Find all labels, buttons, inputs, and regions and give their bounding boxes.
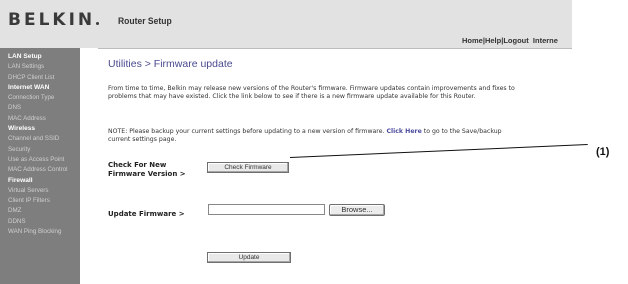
- page-title: Utilities > Firmware update: [108, 58, 233, 70]
- sidebar-section-lan-setup[interactable]: LAN Setup: [0, 52, 80, 62]
- header-title: Router Setup: [118, 16, 172, 27]
- check-firmware-label: Check For New Firmware Version >: [108, 161, 186, 178]
- check-firmware-label-line2: Firmware Version >: [108, 169, 186, 178]
- logout-link[interactable]: Logout: [503, 36, 528, 45]
- check-firmware-button[interactable]: Check Firmware: [207, 162, 289, 173]
- sidebar-item-dns[interactable]: DNS: [0, 103, 80, 113]
- annotation-label: (1): [596, 146, 610, 158]
- sidebar-item-virtual-servers[interactable]: Virtual Servers: [0, 186, 80, 196]
- internet-status-link[interactable]: Interne: [533, 36, 558, 45]
- header-links: Home|Help|Logout Interne: [462, 36, 558, 45]
- sidebar-item-security[interactable]: Security: [0, 145, 80, 155]
- sidebar-item-mac-address[interactable]: MAC Address: [0, 114, 80, 124]
- check-firmware-label-line1: Check For New: [108, 161, 167, 169]
- backup-note: NOTE: Please backup your current setting…: [108, 128, 518, 144]
- click-here-link[interactable]: Click Here: [386, 128, 421, 135]
- browse-button[interactable]: Browse...: [329, 204, 385, 216]
- sidebar-item-connection-type[interactable]: Connection Type: [0, 93, 80, 103]
- sidebar-item-dmz[interactable]: DMZ: [0, 206, 80, 216]
- sidebar-item-dhcp-client-list[interactable]: DHCP Client List: [0, 73, 80, 83]
- router-window: BELKIN Router Setup Home|Help|Logout Int…: [0, 0, 572, 284]
- header-divider: [98, 48, 572, 49]
- home-link[interactable]: Home: [462, 36, 483, 45]
- sidebar-section-firewall[interactable]: Firewall: [0, 176, 80, 186]
- sidebar-item-channel-and-ssid[interactable]: Channel and SSID: [0, 134, 80, 144]
- sidebar-section-wireless[interactable]: Wireless: [0, 124, 80, 134]
- sidebar-item-client-ip-filters[interactable]: Client IP Filters: [0, 196, 80, 206]
- sidebar-item-ddns[interactable]: DDNS: [0, 217, 80, 227]
- update-firmware-label: Update Firmware >: [108, 210, 185, 218]
- main-content: Utilities > Firmware update From time to…: [108, 58, 568, 263]
- sidebar: LAN Setup LAN Settings DHCP Client List …: [0, 48, 80, 284]
- sidebar-item-wan-ping-blocking[interactable]: WAN Ping Blocking: [0, 227, 80, 237]
- update-button[interactable]: Update: [207, 252, 291, 263]
- belkin-logo: BELKIN: [8, 10, 100, 30]
- help-link[interactable]: Help: [485, 36, 501, 45]
- firmware-file-field[interactable]: [208, 204, 325, 215]
- sidebar-section-internet-wan[interactable]: Internet WAN: [0, 83, 80, 93]
- backup-note-text: NOTE: Please backup your current setting…: [108, 128, 385, 135]
- sidebar-item-use-as-access-point[interactable]: Use as Access Point: [0, 155, 80, 165]
- sidebar-item-mac-address-control[interactable]: MAC Address Control: [0, 165, 80, 175]
- header-bar: BELKIN Router Setup Home|Help|Logout Int…: [0, 0, 572, 48]
- sidebar-item-lan-settings[interactable]: LAN Settings: [0, 62, 80, 72]
- intro-text: From time to time, Belkin may release ne…: [108, 85, 515, 101]
